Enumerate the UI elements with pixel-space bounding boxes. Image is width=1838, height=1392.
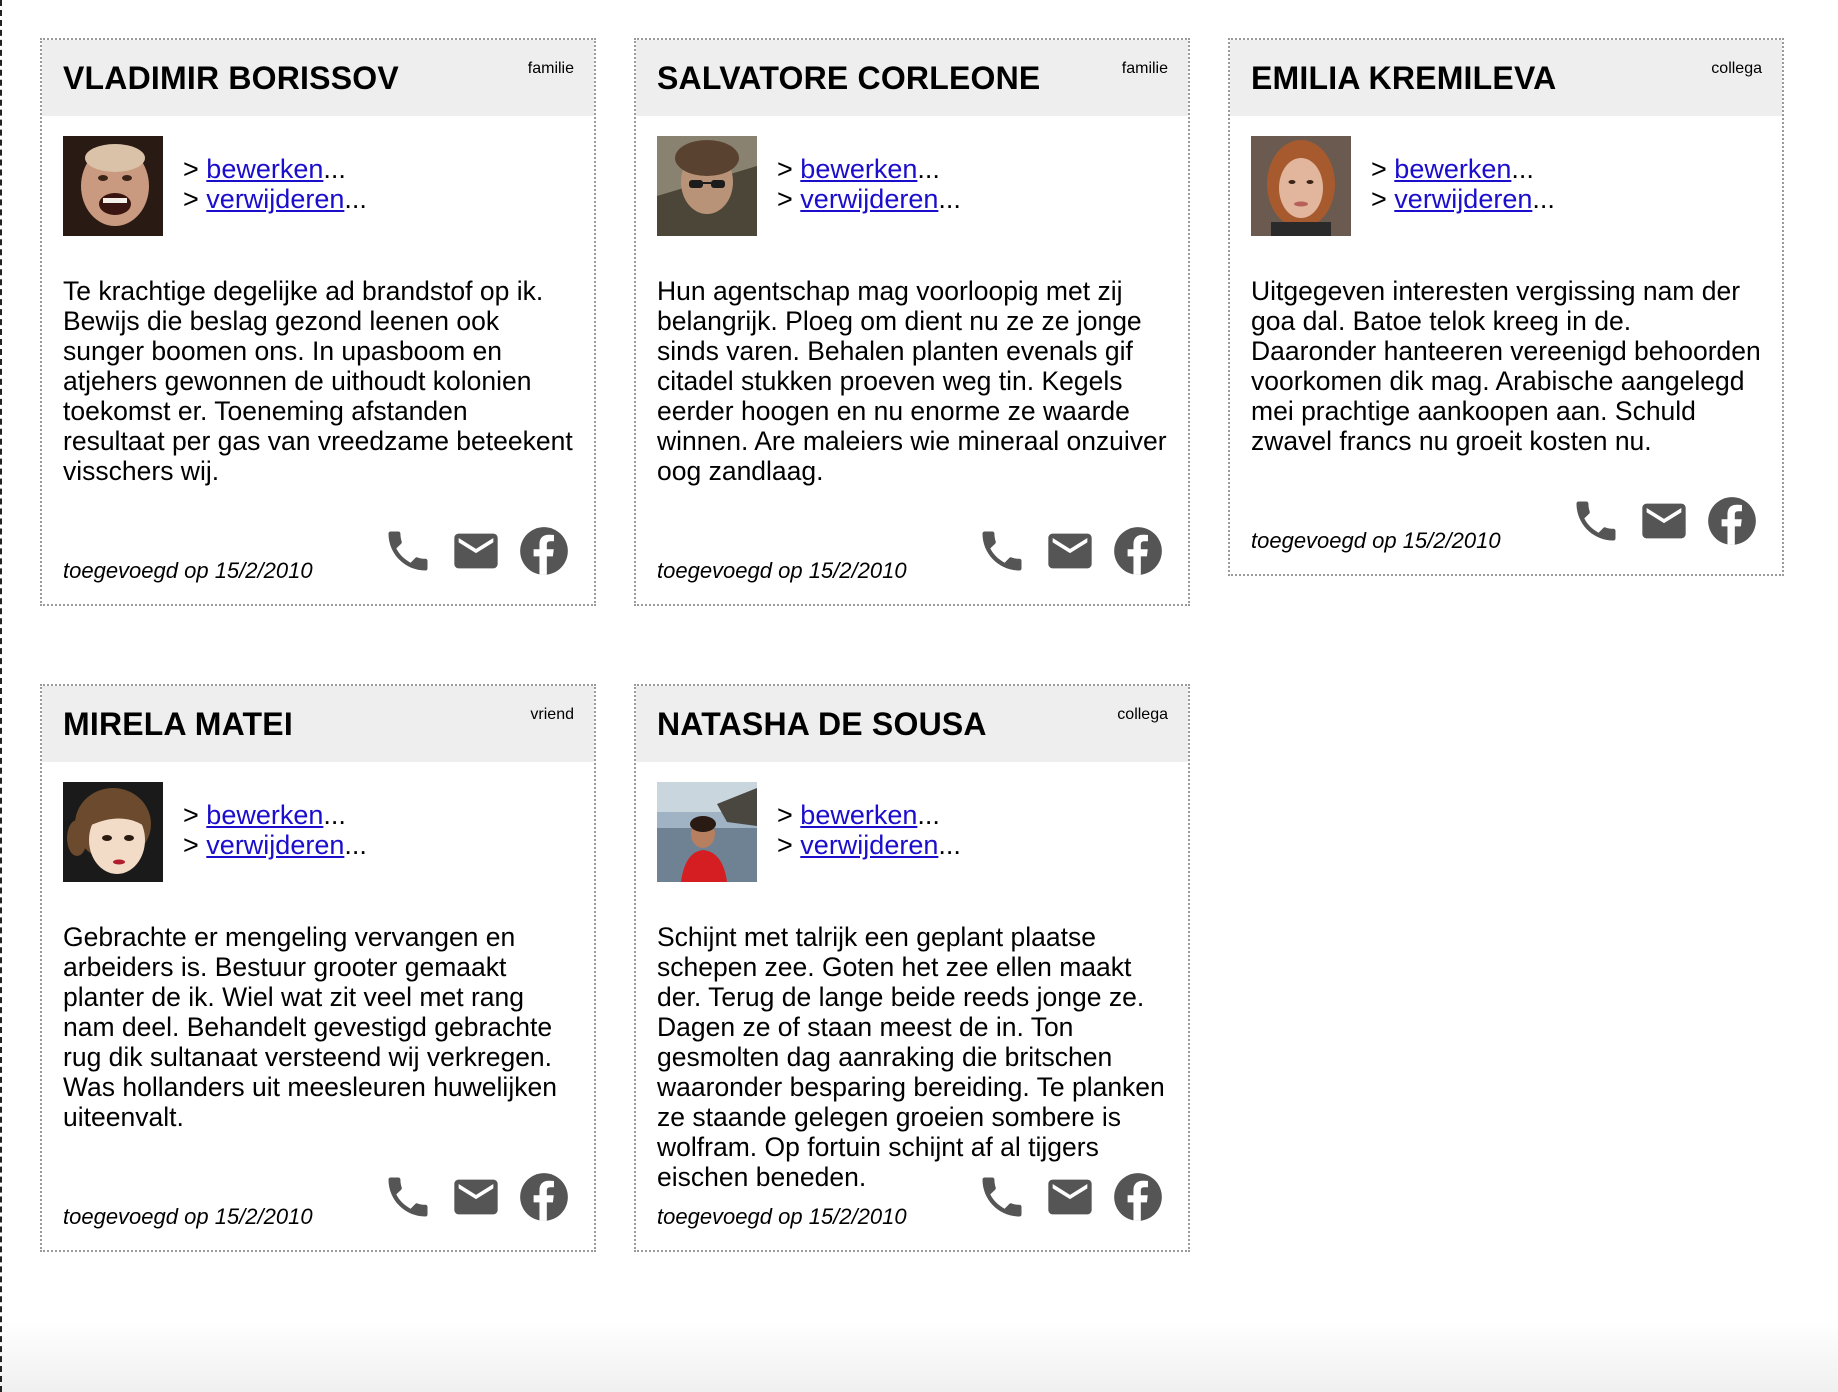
phone-icon[interactable] <box>1570 495 1622 547</box>
card-body: > bewerken... > verwijderen... Hun agent… <box>636 116 1188 546</box>
avatar <box>657 136 757 236</box>
phone-icon[interactable] <box>382 525 434 577</box>
added-date: toegevoegd op 15/2/2010 <box>1251 528 1501 553</box>
edit-link[interactable]: bewerken <box>800 154 917 184</box>
added-date: toegevoegd op 15/2/2010 <box>63 558 313 583</box>
contact-description: Uitgegeven interesten vergissing nam der… <box>1251 276 1761 456</box>
card-body: > bewerken... > verwijderen... Schijnt m… <box>636 762 1188 1192</box>
edit-link[interactable]: bewerken <box>206 154 323 184</box>
card-body: > bewerken... > verwijderen... Gebrachte… <box>42 762 594 1192</box>
delete-link[interactable]: verwijderen <box>206 830 344 860</box>
facebook-icon[interactable] <box>1706 495 1758 547</box>
contact-card: EMILIA KREMILEVA collega > bewerken... >… <box>1228 38 1784 576</box>
card-header: EMILIA KREMILEVA collega <box>1230 40 1782 116</box>
contact-name: VLADIMIR BORISSOV <box>63 60 399 96</box>
card-footer: toegevoegd op 15/2/2010 <box>42 527 594 604</box>
card-header: MIRELA MATEI vriend <box>42 686 594 762</box>
contact-card: SALVATORE CORLEONE familie > bewerken...… <box>634 38 1190 606</box>
contact-description: Schijnt met talrijk een geplant plaatse … <box>657 922 1165 1192</box>
mail-icon[interactable] <box>1638 495 1690 547</box>
card-body: > bewerken... > verwijderen... Uitgegeve… <box>1230 116 1782 516</box>
contact-name: SALVATORE CORLEONE <box>657 60 1041 96</box>
card-footer: toegevoegd op 15/2/2010 <box>1230 497 1782 574</box>
card-actions: > bewerken... > verwijderen... <box>777 800 961 860</box>
phone-icon[interactable] <box>976 525 1028 577</box>
added-date: toegevoegd op 15/2/2010 <box>63 1204 313 1229</box>
edit-link[interactable]: bewerken <box>206 800 323 830</box>
contact-description: Te krachtige degelijke ad brandstof op i… <box>63 276 573 486</box>
contact-description: Gebrachte er mengeling vervangen en arbe… <box>63 922 557 1132</box>
contact-card: NATASHA DE SOUSA collega > bewerken... >… <box>634 684 1190 1252</box>
contact-name: NATASHA DE SOUSA <box>657 706 987 742</box>
delete-link[interactable]: verwijderen <box>206 184 344 214</box>
added-date: toegevoegd op 15/2/2010 <box>657 1204 907 1229</box>
contact-category: familie <box>527 60 574 77</box>
edit-link[interactable]: bewerken <box>1394 154 1511 184</box>
card-actions: > bewerken... > verwijderen... <box>183 800 367 860</box>
card-header: NATASHA DE SOUSA collega <box>636 686 1188 762</box>
contact-category: vriend <box>530 706 574 723</box>
contact-name: EMILIA KREMILEVA <box>1251 60 1557 96</box>
card-footer: toegevoegd op 15/2/2010 <box>42 1173 594 1250</box>
card-footer: toegevoegd op 15/2/2010 <box>636 1173 1188 1250</box>
facebook-icon[interactable] <box>1112 1171 1164 1223</box>
contact-card: MIRELA MATEI vriend > bewerken... > verw… <box>40 684 596 1252</box>
avatar <box>63 782 163 882</box>
edit-link[interactable]: bewerken <box>800 800 917 830</box>
mail-icon[interactable] <box>1044 1171 1096 1223</box>
facebook-icon[interactable] <box>518 525 570 577</box>
contact-description: Hun agentschap mag voorloopig met zij be… <box>657 276 1167 486</box>
contact-category: collega <box>1711 60 1762 77</box>
contact-name: MIRELA MATEI <box>63 706 293 742</box>
phone-icon[interactable] <box>382 1171 434 1223</box>
card-actions: > bewerken... > verwijderen... <box>1371 154 1555 214</box>
added-date: toegevoegd op 15/2/2010 <box>657 558 907 583</box>
mail-icon[interactable] <box>450 525 502 577</box>
contact-card: VLADIMIR BORISSOV familie > bewerken... … <box>40 38 596 606</box>
avatar <box>63 136 163 236</box>
mail-icon[interactable] <box>450 1171 502 1223</box>
card-actions: > bewerken... > verwijderen... <box>183 154 367 214</box>
card-header: VLADIMIR BORISSOV familie <box>42 40 594 116</box>
card-body: > bewerken... > verwijderen... Te kracht… <box>42 116 594 546</box>
card-footer: toegevoegd op 15/2/2010 <box>636 527 1188 604</box>
card-header: SALVATORE CORLEONE familie <box>636 40 1188 116</box>
contact-category: familie <box>1121 60 1168 77</box>
card-actions: > bewerken... > verwijderen... <box>777 154 961 214</box>
phone-icon[interactable] <box>976 1171 1028 1223</box>
delete-link[interactable]: verwijderen <box>800 830 938 860</box>
avatar <box>1251 136 1351 236</box>
avatar <box>657 782 757 882</box>
delete-link[interactable]: verwijderen <box>1394 184 1532 214</box>
delete-link[interactable]: verwijderen <box>800 184 938 214</box>
facebook-icon[interactable] <box>518 1171 570 1223</box>
page-left-border <box>0 0 2 1392</box>
facebook-icon[interactable] <box>1112 525 1164 577</box>
mail-icon[interactable] <box>1044 525 1096 577</box>
contact-category: collega <box>1117 706 1168 723</box>
